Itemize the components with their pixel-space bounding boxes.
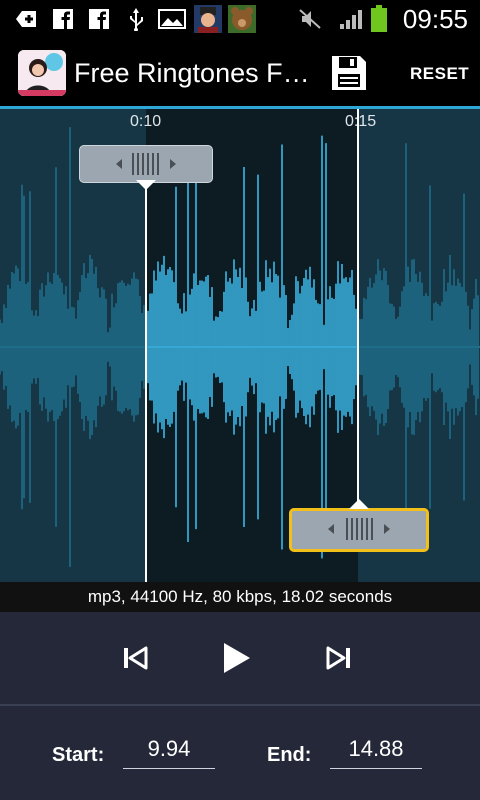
start-field[interactable]: 9.94 <box>123 736 215 769</box>
drag-grip-icon <box>328 518 390 540</box>
skip-next-icon[interactable] <box>320 640 356 676</box>
clock: 09:55 <box>402 4 468 34</box>
end-field[interactable]: 14.88 <box>330 736 422 769</box>
reset-button[interactable]: RESET <box>410 64 469 84</box>
end-label: End: <box>267 744 312 766</box>
start-marker-handle[interactable] <box>79 145 213 190</box>
play-icon[interactable] <box>216 638 256 678</box>
end-marker-handle[interactable] <box>289 499 429 552</box>
add-icon <box>16 11 36 27</box>
save-icon[interactable] <box>330 54 368 92</box>
game-avatar-icon <box>194 5 222 33</box>
time-marker-label: 0:15 <box>345 113 377 130</box>
start-marker-line <box>145 167 147 582</box>
file-info: mp3, 44100 Hz, 80 kbps, 18.02 seconds <box>0 582 480 612</box>
bear-avatar-icon <box>228 5 256 33</box>
app-logo-icon[interactable] <box>18 50 66 96</box>
facebook-icon <box>89 9 109 29</box>
selection-fields: Start: 9.94 End: 14.88 <box>0 706 480 800</box>
time-marker-label: 0:10 <box>130 113 162 130</box>
usb-icon <box>130 8 143 31</box>
signal-icon <box>340 10 362 29</box>
status-bar: 09:55 <box>0 0 480 38</box>
marker-pointer-icon <box>136 180 156 190</box>
playback-controls <box>0 612 480 704</box>
mute-icon <box>299 9 321 29</box>
skip-previous-icon[interactable] <box>118 640 154 676</box>
drag-grip-icon <box>116 153 176 175</box>
end-marker-line <box>357 109 359 509</box>
start-label: Start: <box>52 744 105 766</box>
app-title: Free Ringtones F… <box>74 58 310 88</box>
action-bar: Free Ringtones F… RESET <box>0 38 480 108</box>
facebook-icon <box>53 9 73 29</box>
marker-pointer-icon <box>349 499 369 509</box>
image-icon <box>158 9 186 29</box>
waveform-view[interactable]: 0:10 0:15 <box>0 109 480 582</box>
battery-icon <box>371 5 387 32</box>
